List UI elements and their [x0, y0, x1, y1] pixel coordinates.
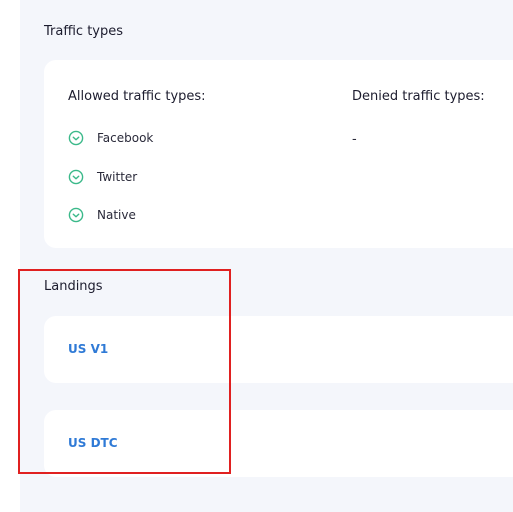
allowed-traffic-item-twitter: Twitter [68, 168, 137, 186]
allowed-traffic-heading: Allowed traffic types: [68, 89, 206, 104]
allowed-traffic-item-facebook: Facebook [68, 129, 153, 147]
traffic-types-title: Traffic types [44, 24, 124, 39]
allowed-traffic-label: Facebook [97, 131, 154, 145]
highlight-box [18, 269, 231, 474]
denied-traffic-value: - [352, 132, 357, 147]
allowed-traffic-label: Twitter [97, 170, 138, 184]
check-circle-icon [68, 207, 84, 223]
check-circle-icon [68, 169, 84, 185]
denied-traffic-heading: Denied traffic types: [352, 89, 485, 104]
allowed-traffic-item-native: Native [68, 206, 136, 224]
allowed-traffic-label: Native [97, 208, 136, 222]
check-circle-icon [68, 130, 84, 146]
